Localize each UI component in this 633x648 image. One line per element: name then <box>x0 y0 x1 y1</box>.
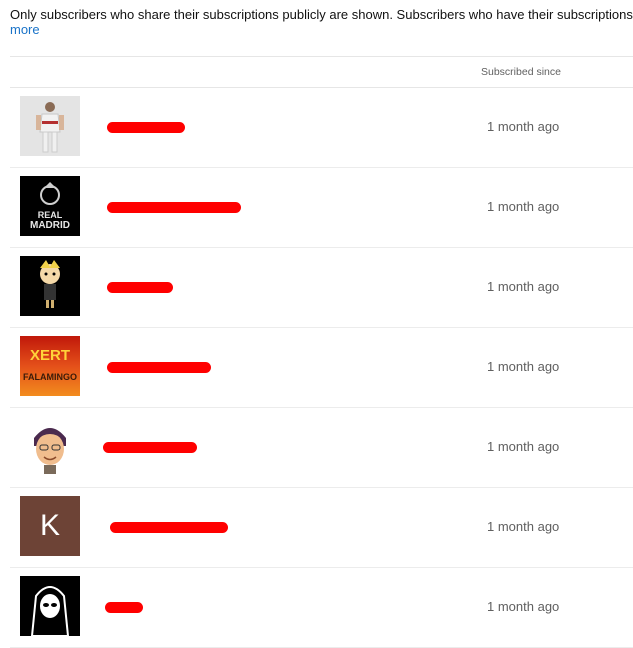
real-madrid-logo-icon: REAL MADRID <box>20 176 80 236</box>
avatar[interactable] <box>20 416 80 476</box>
subscriber-name[interactable] <box>107 278 187 296</box>
avatar[interactable] <box>20 256 80 316</box>
svg-text:XERT: XERT <box>30 347 70 364</box>
fire-text-logo-icon: XERT FALAMINGO <box>20 336 80 396</box>
avatar-letter: K <box>39 509 60 542</box>
subscriber-name[interactable] <box>107 118 197 136</box>
avatar[interactable] <box>20 96 80 156</box>
table-row: 1 month ago <box>10 568 633 648</box>
subscribed-since: 1 month ago <box>487 359 560 374</box>
redaction-mark <box>105 602 143 613</box>
subscriber-name[interactable] <box>105 598 155 616</box>
avatar[interactable]: REAL MADRID <box>20 176 80 236</box>
redaction-mark <box>110 522 228 533</box>
subscribed-since: 1 month ago <box>487 599 560 614</box>
subscribers-table: Subscribed since 1 month ago REAL MADRID… <box>10 56 633 648</box>
subscriber-name[interactable] <box>107 358 217 376</box>
avatar[interactable]: K <box>20 496 80 556</box>
svg-text:REAL: REAL <box>38 210 63 220</box>
table-row: REAL MADRID 1 month ago <box>10 168 633 248</box>
svg-text:FALAMINGO: FALAMINGO <box>23 372 77 382</box>
svg-text:MADRID: MADRID <box>30 220 70 231</box>
redaction-mark <box>107 202 241 213</box>
subscribed-since: 1 month ago <box>487 199 560 214</box>
subscribed-since: 1 month ago <box>487 519 560 534</box>
avatar[interactable] <box>20 576 80 636</box>
more-link[interactable]: more <box>10 22 40 38</box>
subscribed-since: 1 month ago <box>487 439 560 454</box>
redaction-mark <box>107 122 185 133</box>
avatar[interactable]: XERT FALAMINGO <box>20 336 80 396</box>
subscribed-since: 1 month ago <box>487 279 560 294</box>
subscribed-since-header: Subscribed since <box>481 66 561 78</box>
subscribers-notice: Only subscribers who share their subscri… <box>10 8 633 22</box>
table-row: 1 month ago <box>10 408 633 488</box>
redaction-mark <box>107 282 173 293</box>
table-row: XERT FALAMINGO 1 month ago <box>10 328 633 408</box>
table-row: K 1 month ago <box>10 488 633 568</box>
subscriber-name[interactable] <box>103 438 203 456</box>
table-row: 1 month ago <box>10 248 633 328</box>
redaction-mark <box>107 362 211 373</box>
cartoon-character-icon <box>20 256 80 316</box>
hooded-figure-icon <box>20 576 80 636</box>
redaction-mark <box>103 442 197 453</box>
subscriber-name[interactable] <box>110 518 230 536</box>
table-header: Subscribed since <box>10 56 633 88</box>
subscriber-name[interactable] <box>107 198 247 216</box>
subscribed-since: 1 month ago <box>487 119 560 134</box>
bitmoji-avatar-icon <box>20 416 80 476</box>
table-row: 1 month ago <box>10 88 633 168</box>
soccer-player-photo-icon <box>20 96 80 156</box>
